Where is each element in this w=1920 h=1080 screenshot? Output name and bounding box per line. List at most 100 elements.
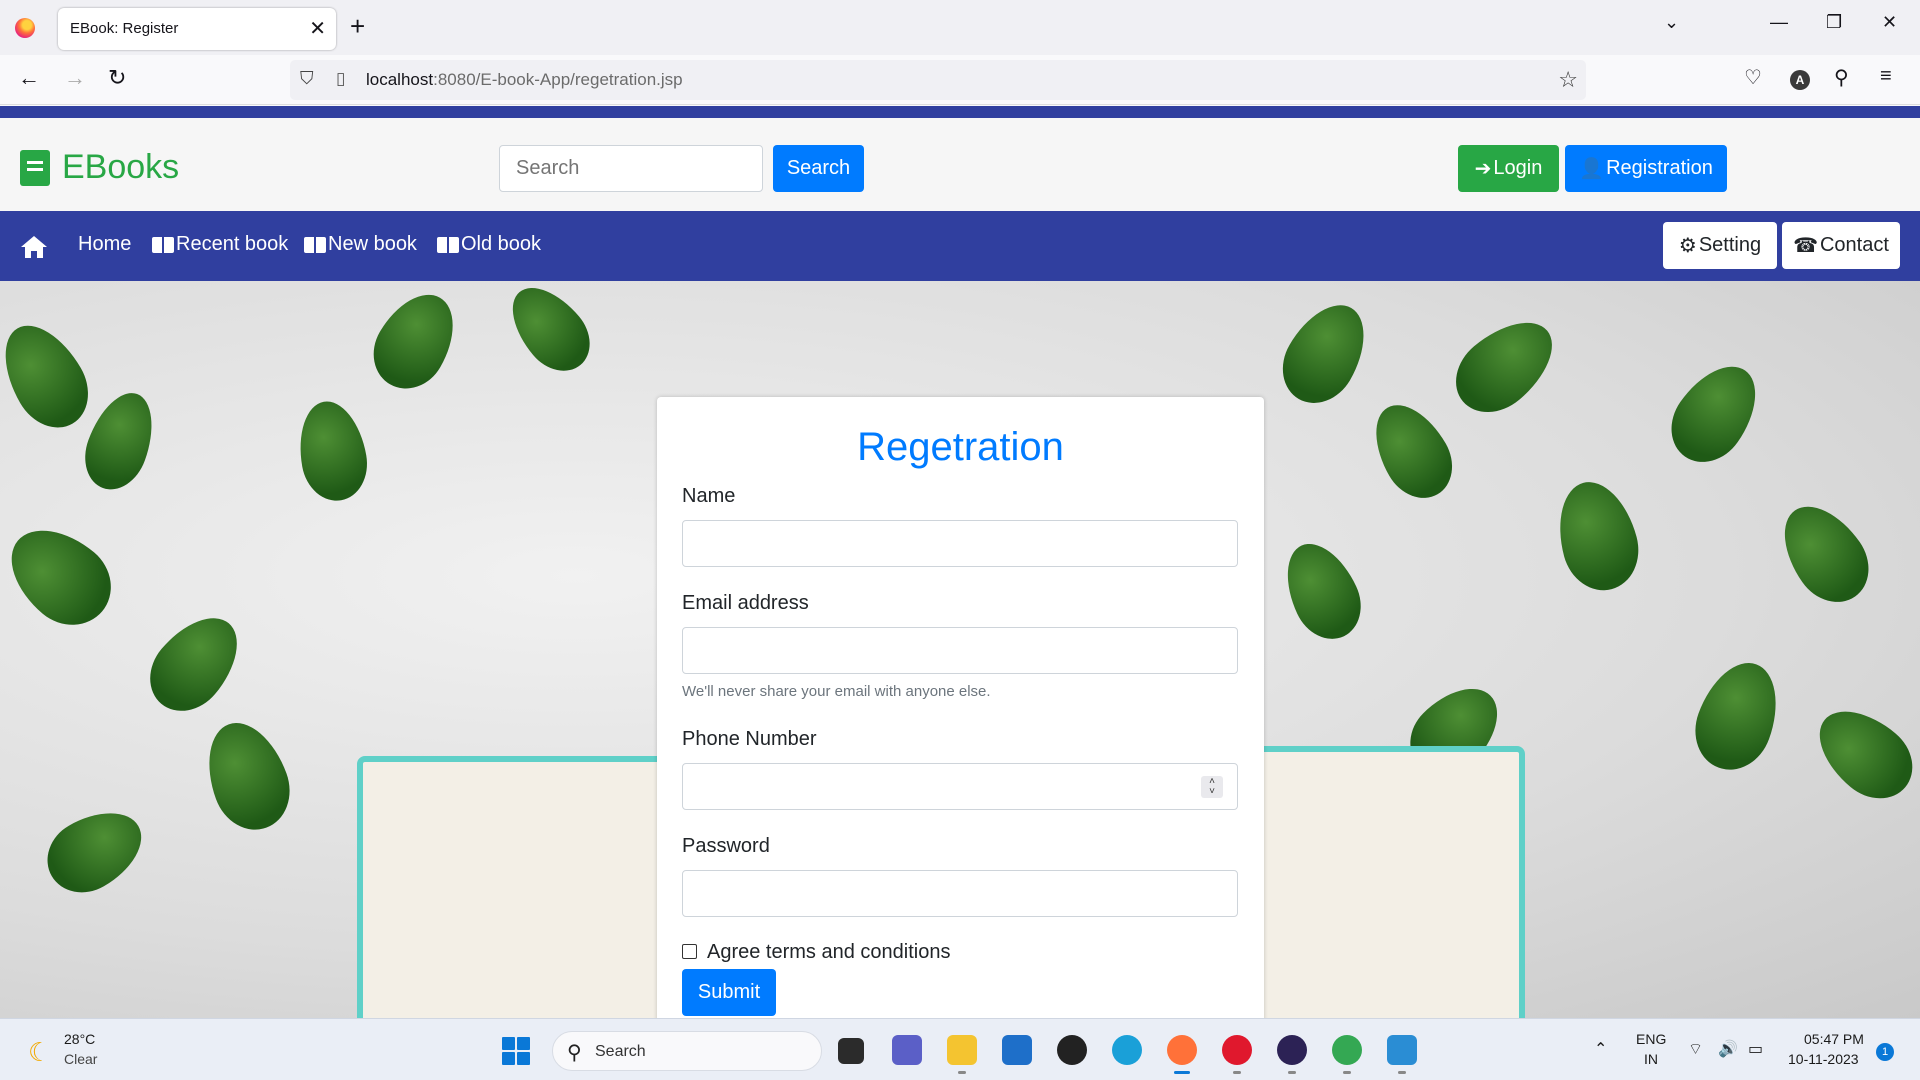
teams-icon[interactable] <box>892 1035 922 1065</box>
tab-title: EBook: Register <box>70 20 179 37</box>
store-icon[interactable] <box>1002 1035 1032 1065</box>
volume-icon[interactable]: 🔊 <box>1718 1039 1738 1059</box>
photos-icon[interactable] <box>1387 1035 1417 1065</box>
close-window-icon[interactable]: ✕ <box>1882 12 1897 33</box>
search-input[interactable] <box>499 145 763 192</box>
main-navbar: Home Recent book New book Old book ⚙ Set… <box>0 211 1920 281</box>
weather-description: Clear <box>64 1051 98 1067</box>
new-tab-icon[interactable]: + <box>350 11 365 42</box>
browser-tab-bar: EBook: Register ✕ + ⌄ — ❐ ✕ <box>0 0 1920 55</box>
login-button[interactable]: ➔ Login <box>1458 145 1559 192</box>
notification-badge[interactable]: 1 <box>1876 1043 1894 1061</box>
leaf-decoration <box>1440 303 1570 429</box>
bookmark-star-icon[interactable]: ☆ <box>1558 67 1578 93</box>
phone-label: Phone Number <box>682 728 817 750</box>
back-icon[interactable]: ← <box>18 65 40 91</box>
region-label[interactable]: IN <box>1644 1051 1658 1067</box>
password-field[interactable] <box>682 870 1238 917</box>
gear-icon: ⚙ <box>1678 235 1697 257</box>
reload-icon[interactable]: ↻ <box>108 65 126 91</box>
url-bar[interactable]: ⛉ ▯ localhost:8080/E-book-App/regetratio… <box>290 60 1586 100</box>
registration-button[interactable]: 👤 Registration <box>1565 145 1727 192</box>
nav-home[interactable]: Home <box>78 233 131 256</box>
url-host: localhost <box>366 70 434 89</box>
contact-label: Contact <box>1819 234 1889 256</box>
submit-button[interactable]: Submit <box>682 969 776 1016</box>
list-tabs-icon[interactable]: ⌄ <box>1664 12 1679 33</box>
edge-icon[interactable] <box>1112 1035 1142 1065</box>
phone-field[interactable]: ˄ ˅ <box>682 763 1238 810</box>
login-icon: ➔ <box>1474 158 1492 180</box>
clock-time[interactable]: 05:47 PM <box>1804 1031 1864 1047</box>
battery-icon[interactable]: ▭ <box>1748 1039 1763 1059</box>
brand-logo[interactable]: EBooks <box>20 148 179 187</box>
leaf-decoration <box>0 510 128 642</box>
shield-icon[interactable]: ⛉ <box>300 68 314 89</box>
leaf-decoration <box>1268 290 1382 417</box>
wifi-icon[interactable]: ⌔ <box>1688 1039 1703 1059</box>
contact-button[interactable]: ☎ Contact <box>1782 222 1900 269</box>
name-label: Name <box>682 485 736 507</box>
forward-icon[interactable]: → <box>64 65 86 91</box>
phone-icon: ☎ <box>1793 235 1818 257</box>
url-text[interactable]: localhost:8080/E-book-App/regetration.js… <box>366 70 683 90</box>
page-info-icon[interactable]: ▯ <box>336 69 345 89</box>
open-book-icon <box>152 236 174 253</box>
name-field[interactable] <box>682 520 1238 567</box>
firefox-icon <box>15 18 35 38</box>
nav-old-book[interactable]: Old book <box>437 233 541 256</box>
leaf-decoration <box>193 711 302 841</box>
taskbar: ☾ 28°C Clear ⚲ Search ⌃ ENG IN ⌔ 🔊 ▭ 05:… <box>0 1018 1920 1080</box>
registration-label: Registration <box>1606 157 1713 179</box>
language-label[interactable]: ENG <box>1636 1031 1666 1047</box>
file-explorer-icon[interactable] <box>947 1035 977 1065</box>
email-label: Email address <box>682 592 809 614</box>
login-label: Login <box>1493 157 1543 179</box>
windows-start-icon[interactable] <box>502 1037 530 1065</box>
leaf-decoration <box>1547 473 1648 599</box>
app-indicator <box>1343 1071 1351 1074</box>
book-icon <box>20 149 50 186</box>
minimize-icon[interactable]: — <box>1770 12 1788 33</box>
leaf-decoration <box>1802 692 1920 815</box>
app-indicator <box>1288 1071 1296 1074</box>
task-view-icon[interactable] <box>838 1038 864 1064</box>
opera-icon[interactable] <box>1222 1035 1252 1065</box>
moon-icon[interactable]: ☾ <box>28 1037 51 1068</box>
chrome-icon[interactable] <box>1332 1035 1362 1065</box>
restore-icon[interactable]: ❐ <box>1826 12 1842 33</box>
setting-button[interactable]: ⚙ Setting <box>1663 222 1777 269</box>
home-icon[interactable] <box>20 235 48 259</box>
terms-checkbox[interactable] <box>682 944 697 959</box>
leaf-decoration <box>1683 651 1792 781</box>
app-indicator <box>958 1071 966 1074</box>
pocket-icon[interactable]: ♡ <box>1744 65 1762 90</box>
leaf-decoration <box>291 396 374 506</box>
chevron-up-icon[interactable]: ⌃ <box>1594 1039 1607 1059</box>
eclipse-icon[interactable] <box>1277 1035 1307 1065</box>
accent-bar <box>0 106 1920 118</box>
nav-recent-book[interactable]: Recent book <box>152 233 288 256</box>
nav-home-label: Home <box>78 233 132 255</box>
nav-new-book[interactable]: New book <box>304 233 417 256</box>
account-avatar[interactable]: A <box>1790 70 1810 90</box>
number-spinner[interactable]: ˄ ˅ <box>1201 776 1223 798</box>
clock-date[interactable]: 10-11-2023 <box>1788 1051 1859 1067</box>
search-button[interactable]: Search <box>773 145 864 192</box>
browser-tab[interactable]: EBook: Register ✕ <box>58 8 336 50</box>
firefox-taskbar-icon[interactable] <box>1167 1035 1197 1065</box>
menu-icon[interactable]: ≡ <box>1880 65 1892 88</box>
page: EBooks Search ➔ Login 👤 Registration Hom… <box>0 106 1920 1018</box>
extensions-icon[interactable]: ⚲ <box>1834 65 1849 90</box>
leaf-decoration <box>496 281 604 385</box>
leaf-decoration <box>1359 391 1466 511</box>
dell-icon[interactable] <box>1057 1035 1087 1065</box>
email-field[interactable] <box>682 627 1238 674</box>
email-help-text: We'll never share your email with anyone… <box>682 683 991 700</box>
leaf-decoration <box>74 383 166 499</box>
leaf-decoration <box>359 281 471 402</box>
open-book-icon <box>304 236 326 253</box>
close-tab-icon[interactable]: ✕ <box>309 16 326 41</box>
leaf-decoration <box>0 310 103 442</box>
taskbar-search[interactable]: ⚲ Search <box>552 1031 822 1071</box>
